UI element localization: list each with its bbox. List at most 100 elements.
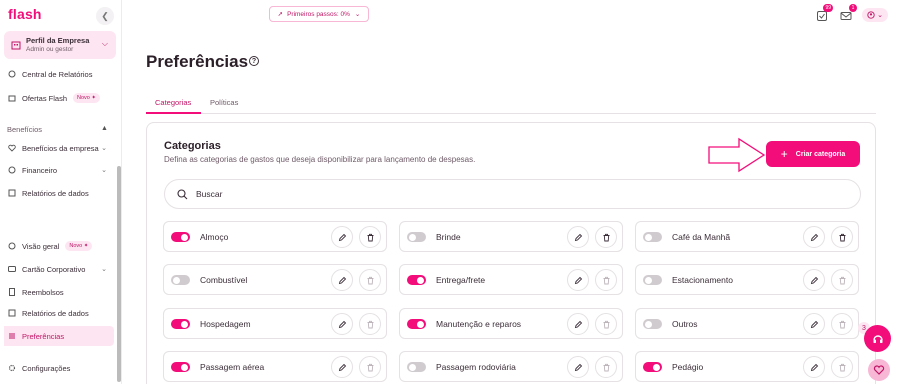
sidebar-item-label: Benefícios da empresa <box>22 143 99 153</box>
tab-categorias[interactable]: Categorias <box>155 98 191 107</box>
category-toggle[interactable] <box>643 275 662 285</box>
category-toggle[interactable] <box>171 319 190 329</box>
sidebar-item-reembolsos[interactable]: Reembolsos <box>0 282 114 302</box>
mail-icon <box>840 12 852 20</box>
edit-category-button[interactable] <box>803 313 825 335</box>
category-toggle[interactable] <box>171 232 190 242</box>
delete-category-button[interactable] <box>359 356 381 378</box>
sidebar-item-beneficios-empresa[interactable]: Benefícios da empresa ⌄ <box>0 138 114 158</box>
delete-category-button[interactable] <box>359 313 381 335</box>
building-icon <box>11 41 21 50</box>
category-item: Passagem rodoviária <box>399 351 623 382</box>
trash-icon <box>838 320 847 329</box>
delete-category-button[interactable] <box>595 313 617 335</box>
delete-category-button[interactable] <box>595 356 617 378</box>
chevron-down-icon: ⌄ <box>354 11 361 18</box>
active-tab-indicator <box>146 112 201 114</box>
user-menu-button[interactable]: ⌄ <box>862 8 888 22</box>
flash-logo[interactable]: flash <box>8 6 42 22</box>
pencil-icon <box>810 363 819 372</box>
edit-category-button[interactable] <box>567 356 589 378</box>
search-input[interactable] <box>196 189 796 199</box>
category-toggle[interactable] <box>407 319 426 329</box>
sidebar-item-label: Reembolsos <box>22 287 64 297</box>
category-label: Passagem rodoviária <box>436 362 516 372</box>
sidebar-item-label: Configurações <box>22 363 71 373</box>
delete-category-button[interactable] <box>359 226 381 248</box>
sidebar-item-central-relatorios[interactable]: Central de Relatórios <box>0 64 114 84</box>
category-item: Almoço <box>163 221 387 252</box>
edit-category-button[interactable] <box>567 313 589 335</box>
sidebar-item-label: Preferências <box>22 331 65 341</box>
mail-button[interactable]: 1 <box>840 4 857 21</box>
sidebar-item-relatorios-dados[interactable]: Relatórios de dados <box>0 183 114 203</box>
category-toggle[interactable] <box>643 362 662 372</box>
delete-category-button[interactable] <box>831 269 853 291</box>
first-steps-button[interactable]: ➚ Primeiros passos: 0% ⌄ <box>269 6 369 22</box>
category-toggle[interactable] <box>407 232 426 242</box>
edit-category-button[interactable] <box>331 356 353 378</box>
chevron-up-icon[interactable]: ▲ <box>101 125 108 132</box>
category-toggle[interactable] <box>643 232 662 242</box>
tab-politicas[interactable]: Políticas <box>210 98 238 107</box>
category-toggle[interactable] <box>643 319 662 329</box>
sidebar-item-label: Relatórios de dados <box>22 308 89 318</box>
trash-icon <box>366 233 375 242</box>
help-icon[interactable]: ? <box>249 56 259 66</box>
category-item: Combustível <box>163 264 387 295</box>
delete-category-button[interactable] <box>595 269 617 291</box>
category-toggle[interactable] <box>407 275 426 285</box>
category-item: Passagem aérea <box>163 351 387 382</box>
delete-category-button[interactable] <box>595 226 617 248</box>
edit-category-button[interactable] <box>331 313 353 335</box>
pencil-icon <box>810 233 819 242</box>
sidebar-item-preferencias[interactable]: Preferências <box>4 326 114 346</box>
chevron-left-icon: ❮ <box>101 10 109 21</box>
sidebar-item-relatorios-dados-2[interactable]: Relatórios de dados <box>0 303 114 323</box>
delete-category-button[interactable] <box>831 356 853 378</box>
sidebar-item-label: Financeiro <box>22 165 58 175</box>
category-toggle[interactable] <box>171 275 190 285</box>
feedback-button[interactable] <box>868 359 890 381</box>
sidebar-item-cartao-corporativo[interactable]: Cartão Corporativo ⌄ <box>0 259 114 279</box>
category-toggle[interactable] <box>407 362 426 372</box>
category-item: Manutenção e reparos <box>399 308 623 339</box>
edit-category-button[interactable] <box>803 269 825 291</box>
annotation-arrow-icon <box>708 137 766 173</box>
tabs: Categorias Políticas <box>146 94 876 114</box>
categories-card: Categorias Defina as categorias de gasto… <box>146 122 876 384</box>
pencil-icon <box>574 363 583 372</box>
edit-category-button[interactable] <box>567 226 589 248</box>
sidebar-item-ofertas-flash[interactable]: Ofertas Flash Novo ✦ <box>0 88 114 108</box>
pencil-icon <box>574 320 583 329</box>
sidebar-item-configuracoes[interactable]: Configurações <box>0 358 114 378</box>
sidebar-item-financeiro[interactable]: Financeiro ⌄ <box>0 160 114 180</box>
edit-category-button[interactable] <box>803 356 825 378</box>
edit-category-button[interactable] <box>331 269 353 291</box>
company-profile-selector[interactable]: Perfil da Empresa Admin ou gestor ⌵ <box>4 31 116 59</box>
create-category-button[interactable]: + Criar categoria <box>766 141 860 167</box>
sidebar-item-visao-geral[interactable]: Visão geral Novo ✦ <box>0 236 114 256</box>
delete-category-button[interactable] <box>831 313 853 335</box>
edit-category-button[interactable] <box>331 226 353 248</box>
tasks-button[interactable]: 99 <box>816 4 833 21</box>
edit-category-button[interactable] <box>803 226 825 248</box>
delete-category-button[interactable] <box>831 226 853 248</box>
new-badge: Novo ✦ <box>73 93 100 103</box>
delete-category-button[interactable] <box>359 269 381 291</box>
chevron-down-icon: ⌄ <box>877 12 883 19</box>
trash-icon <box>366 363 375 372</box>
edit-category-button[interactable] <box>567 269 589 291</box>
sidebar-scrollbar[interactable] <box>117 166 121 382</box>
chart-icon <box>8 189 16 197</box>
category-item: Café da Manhã <box>635 221 859 252</box>
heart-icon <box>8 144 16 152</box>
pencil-icon <box>338 320 347 329</box>
support-chat-button[interactable] <box>864 325 891 352</box>
receipt-icon <box>8 288 16 296</box>
collapse-sidebar-button[interactable]: ❮ <box>96 7 114 25</box>
category-toggle[interactable] <box>171 362 190 372</box>
sidebar-item-label: Visão geral <box>22 241 60 251</box>
category-item: Brinde <box>399 221 623 252</box>
category-label: Hospedagem <box>200 319 251 329</box>
